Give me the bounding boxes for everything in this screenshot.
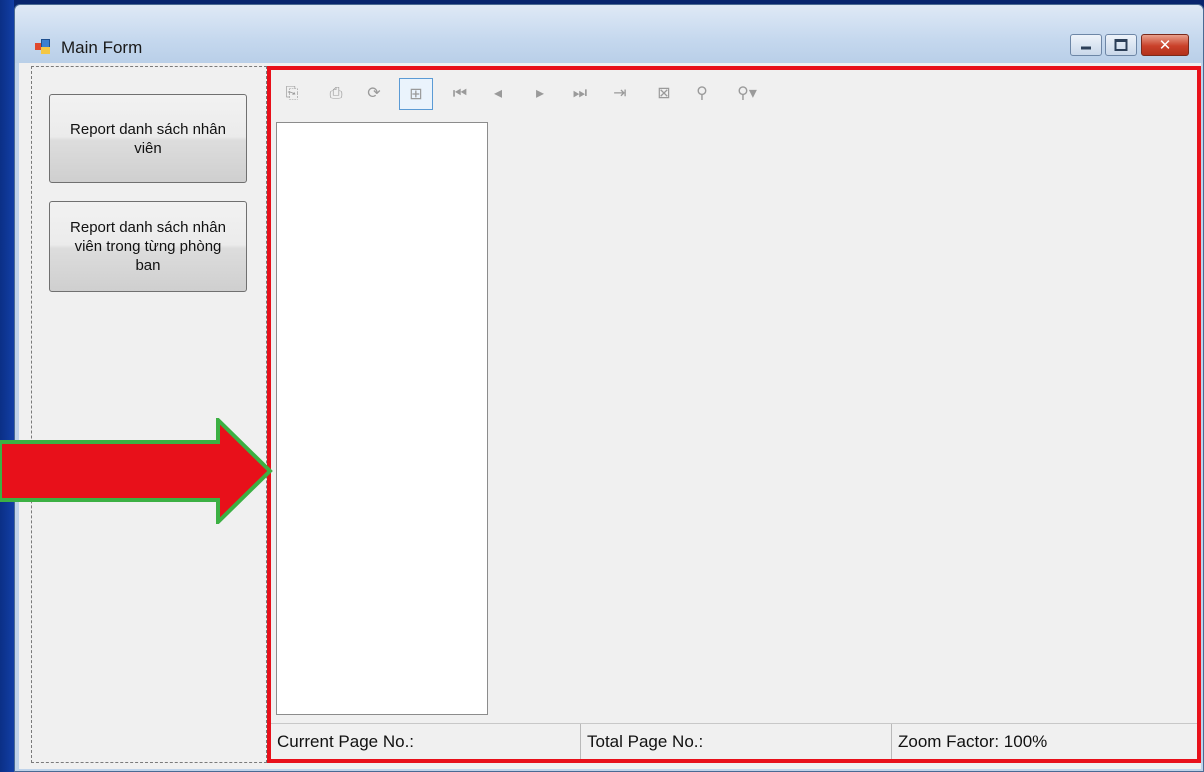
report-employees-button[interactable]: Report danh sách nhân viên xyxy=(49,94,247,183)
maximize-icon xyxy=(1114,39,1128,51)
close-button[interactable]: ✕ xyxy=(1141,34,1189,56)
red-arrow-annotation xyxy=(0,418,273,524)
form-client-area: Report danh sách nhân viên Report danh s… xyxy=(19,63,1201,769)
button-panel: Report danh sách nhân viên Report danh s… xyxy=(31,66,267,763)
group-tree-panel[interactable] xyxy=(276,122,488,715)
report-employees-by-department-button[interactable]: Report danh sách nhân viên trong từng ph… xyxy=(49,201,247,292)
report-toolbar: ⎘ ⎙ ⟳ ⊞ ⏮ ◂ ▸ ⏭ ⇥ ⊠ ⚲ ⚲▾ xyxy=(271,70,1197,124)
maximize-button[interactable] xyxy=(1105,34,1137,56)
app-form-icon xyxy=(35,39,51,55)
status-bar: Current Page No.: Total Page No.: Zoom F… xyxy=(271,723,1197,759)
search-icon[interactable]: ⚲ xyxy=(689,80,715,106)
stop-icon[interactable]: ⊠ xyxy=(651,80,677,106)
window-title: Main Form xyxy=(61,38,143,57)
zoom-factor-label: Zoom Factor: 100% xyxy=(898,732,1048,751)
first-page-icon[interactable]: ⏮ xyxy=(447,80,473,106)
current-page-label: Current Page No.: xyxy=(271,724,581,759)
crystal-report-viewer: ⎘ ⎙ ⟳ ⊞ ⏮ ◂ ▸ ⏭ ⇥ ⊠ ⚲ ⚲▾ Current Page No… xyxy=(267,66,1201,763)
export-icon[interactable]: ⎘ xyxy=(279,80,305,106)
last-page-icon[interactable]: ⏭ xyxy=(567,80,593,106)
total-page-label: Total Page No.: xyxy=(581,724,892,759)
next-page-icon[interactable]: ▸ xyxy=(527,80,553,106)
goto-page-icon[interactable]: ⇥ xyxy=(607,80,633,106)
main-form-window: Main Form ✕ Report danh sách nhân viên R… xyxy=(14,4,1204,772)
desktop-background-left xyxy=(0,0,14,772)
previous-page-icon[interactable]: ◂ xyxy=(485,80,511,106)
print-icon[interactable]: ⎙ xyxy=(323,80,349,106)
close-icon: ✕ xyxy=(1158,36,1172,54)
zoom-icon[interactable]: ⚲▾ xyxy=(727,80,767,106)
title-bar[interactable]: Main Form ✕ xyxy=(15,5,1203,63)
minimize-button[interactable] xyxy=(1070,34,1102,56)
refresh-icon[interactable]: ⟳ xyxy=(361,80,387,106)
group-tree-icon[interactable]: ⊞ xyxy=(399,78,433,110)
minimize-icon xyxy=(1081,46,1091,50)
